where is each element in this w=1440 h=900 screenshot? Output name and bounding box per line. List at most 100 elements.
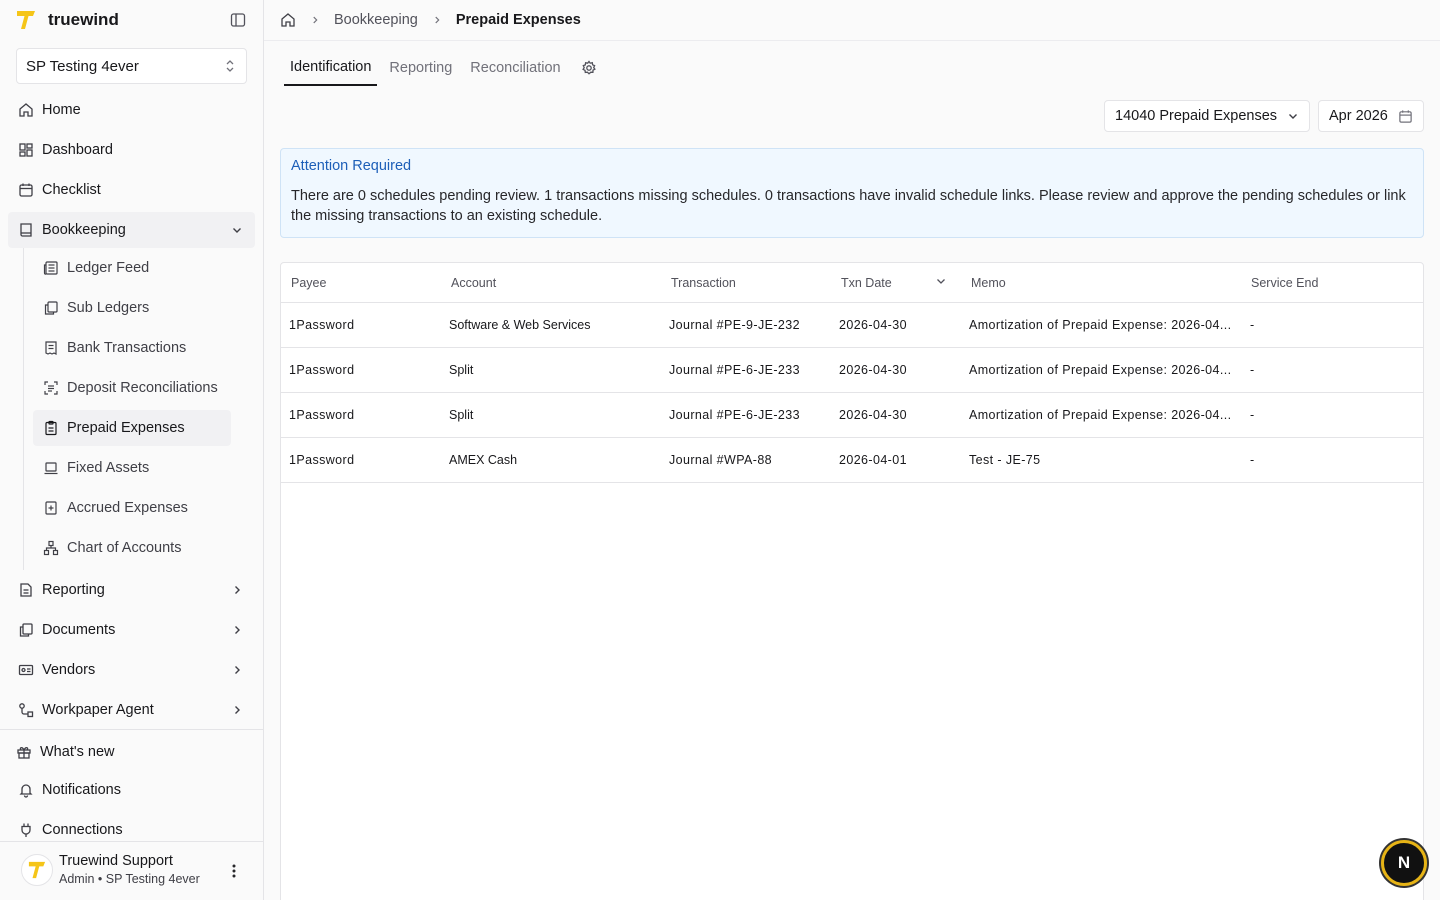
brand[interactable]: truewind bbox=[16, 8, 119, 32]
cell-payee: 1Password bbox=[289, 318, 355, 332]
nav-home[interactable]: Home bbox=[8, 92, 255, 128]
nav-workpaper-agent[interactable]: Workpaper Agent bbox=[8, 692, 255, 728]
clipboard-list-icon bbox=[43, 420, 59, 436]
sidebar-toggle-icon[interactable] bbox=[228, 10, 248, 30]
sub-item-label: Deposit Reconciliations bbox=[67, 380, 218, 396]
sub-item-deposit-reconciliations[interactable]: Deposit Reconciliations bbox=[33, 370, 231, 406]
nav-checklist-label: Checklist bbox=[42, 182, 101, 198]
org-select-value: SP Testing 4ever bbox=[26, 57, 139, 75]
cell-account: AMEX Cash bbox=[449, 453, 518, 467]
sub-item-prepaid-expenses[interactable]: Prepaid Expenses bbox=[33, 410, 231, 446]
col-transaction[interactable]: Transaction bbox=[671, 276, 736, 290]
user-name: Truewind Support bbox=[59, 853, 173, 869]
nav-vendors[interactable]: Vendors bbox=[8, 652, 255, 688]
scan-text-icon bbox=[43, 380, 59, 396]
col-payee[interactable]: Payee bbox=[291, 276, 326, 290]
sub-item-chart-of-accounts[interactable]: Chart of Accounts bbox=[33, 530, 231, 566]
period-picker[interactable]: Apr 2026 bbox=[1318, 100, 1424, 132]
sort-chevron-down-icon[interactable] bbox=[935, 275, 949, 289]
bell-icon bbox=[18, 782, 34, 798]
alert-title: Attention Required bbox=[291, 158, 412, 174]
tab-reconciliation[interactable]: Reconciliation bbox=[464, 51, 566, 86]
nav-home-label: Home bbox=[42, 102, 81, 118]
cell-memo: Amortization of Prepaid Expense: 2026-04… bbox=[969, 363, 1232, 377]
calendar-check-icon bbox=[18, 182, 34, 198]
col-memo[interactable]: Memo bbox=[971, 276, 1006, 290]
col-txn-date[interactable]: Txn Date bbox=[841, 276, 892, 290]
nav-bookkeeping[interactable]: Bookkeeping bbox=[8, 212, 255, 248]
table-row[interactable]: 1Password AMEX Cash Journal #WPA-88 2026… bbox=[281, 438, 1423, 483]
attention-alert: Attention Required There are 0 schedules… bbox=[280, 148, 1424, 238]
cell-service-end: - bbox=[1250, 408, 1255, 422]
cell-transaction: Journal #PE-6-JE-233 bbox=[669, 408, 800, 422]
cell-service-end: - bbox=[1250, 363, 1255, 377]
chevron-right-icon bbox=[229, 702, 245, 718]
nav-connections-label: Connections bbox=[42, 822, 123, 838]
cell-service-end: - bbox=[1250, 453, 1255, 467]
nav-reporting-label: Reporting bbox=[42, 582, 105, 598]
sidebar: truewind SP Testing 4ever Home Dashboard… bbox=[0, 0, 264, 900]
col-account[interactable]: Account bbox=[451, 276, 496, 290]
chevron-up-down-icon bbox=[226, 60, 234, 72]
book-icon bbox=[18, 222, 34, 238]
floating-assistant-button[interactable]: N bbox=[1381, 840, 1427, 886]
newspaper-icon bbox=[43, 260, 59, 276]
user-menu[interactable]: Truewind Support Admin • SP Testing 4eve… bbox=[0, 842, 263, 900]
nav-checklist[interactable]: Checklist bbox=[8, 172, 255, 208]
chevron-down-icon bbox=[229, 222, 245, 238]
account-select[interactable]: 14040 Prepaid Expenses bbox=[1104, 100, 1310, 132]
sub-item-label: Ledger Feed bbox=[67, 260, 150, 276]
cell-payee: 1Password bbox=[289, 408, 355, 422]
home-icon[interactable] bbox=[280, 12, 296, 28]
nav-dashboard[interactable]: Dashboard bbox=[8, 132, 255, 168]
nav-notifications[interactable]: Notifications bbox=[8, 772, 255, 808]
tab-reporting[interactable]: Reporting bbox=[383, 51, 458, 86]
receipt-icon bbox=[43, 340, 59, 356]
nav-whats-new[interactable]: What's new bbox=[6, 734, 253, 770]
nav-reporting[interactable]: Reporting bbox=[8, 572, 255, 608]
nav-documents[interactable]: Documents bbox=[8, 612, 255, 648]
laptop-icon bbox=[43, 460, 59, 476]
chevron-right-icon bbox=[310, 15, 320, 25]
truewind-logo-icon bbox=[17, 11, 35, 29]
sub-item-label: Sub Ledgers bbox=[67, 300, 150, 316]
breadcrumb-bookkeeping[interactable]: Bookkeeping bbox=[334, 12, 418, 28]
breadcrumb: Bookkeeping Prepaid Expenses bbox=[264, 0, 1440, 41]
sub-item-accrued-expenses[interactable]: Accrued Expenses bbox=[33, 490, 231, 526]
gear-icon[interactable] bbox=[579, 58, 599, 78]
col-service-end[interactable]: Service End bbox=[1251, 276, 1318, 290]
table-row[interactable]: 1Password Software & Web Services Journa… bbox=[281, 303, 1423, 348]
cell-payee: 1Password bbox=[289, 453, 355, 467]
workflow-icon bbox=[18, 702, 34, 718]
org-select[interactable]: SP Testing 4ever bbox=[16, 48, 247, 84]
nav-workpaper-label: Workpaper Agent bbox=[42, 702, 154, 718]
sub-item-sub-ledgers[interactable]: Sub Ledgers bbox=[33, 290, 231, 326]
cell-memo: Amortization of Prepaid Expense: 2026-04… bbox=[969, 318, 1232, 332]
table-header: Payee Account Transaction Txn Date Memo … bbox=[281, 263, 1423, 303]
sub-item-bank-transactions[interactable]: Bank Transactions bbox=[33, 330, 231, 366]
more-vertical-icon[interactable] bbox=[226, 861, 242, 881]
cell-account: Split bbox=[449, 408, 474, 422]
sub-item-label: Bank Transactions bbox=[67, 340, 187, 356]
nav-whats-new-label: What's new bbox=[40, 744, 115, 760]
file-plus-icon bbox=[43, 500, 59, 516]
cell-txn-date: 2026-04-30 bbox=[839, 408, 907, 422]
table-row[interactable]: 1Password Split Journal #PE-6-JE-233 202… bbox=[281, 393, 1423, 438]
cell-txn-date: 2026-04-01 bbox=[839, 453, 907, 467]
files-icon bbox=[18, 622, 34, 638]
chevron-right-icon bbox=[229, 622, 245, 638]
sidebar-divider bbox=[0, 729, 263, 730]
chevron-down-icon bbox=[1289, 114, 1297, 119]
cell-account: Split bbox=[449, 363, 474, 377]
nav-bookkeeping-label: Bookkeeping bbox=[42, 222, 126, 238]
account-select-value: 14040 Prepaid Expenses bbox=[1115, 108, 1278, 124]
sub-item-label: Chart of Accounts bbox=[67, 540, 182, 556]
nav-vendors-label: Vendors bbox=[42, 662, 96, 678]
sub-item-fixed-assets[interactable]: Fixed Assets bbox=[33, 450, 231, 486]
file-text-icon bbox=[18, 582, 34, 598]
tab-identification[interactable]: Identification bbox=[284, 51, 378, 86]
chevron-right-icon bbox=[229, 582, 245, 598]
table-row[interactable]: 1Password Split Journal #PE-6-JE-233 202… bbox=[281, 348, 1423, 393]
sub-item-ledger-feed[interactable]: Ledger Feed bbox=[33, 250, 231, 286]
user-role: Admin • SP Testing 4ever bbox=[59, 872, 200, 886]
